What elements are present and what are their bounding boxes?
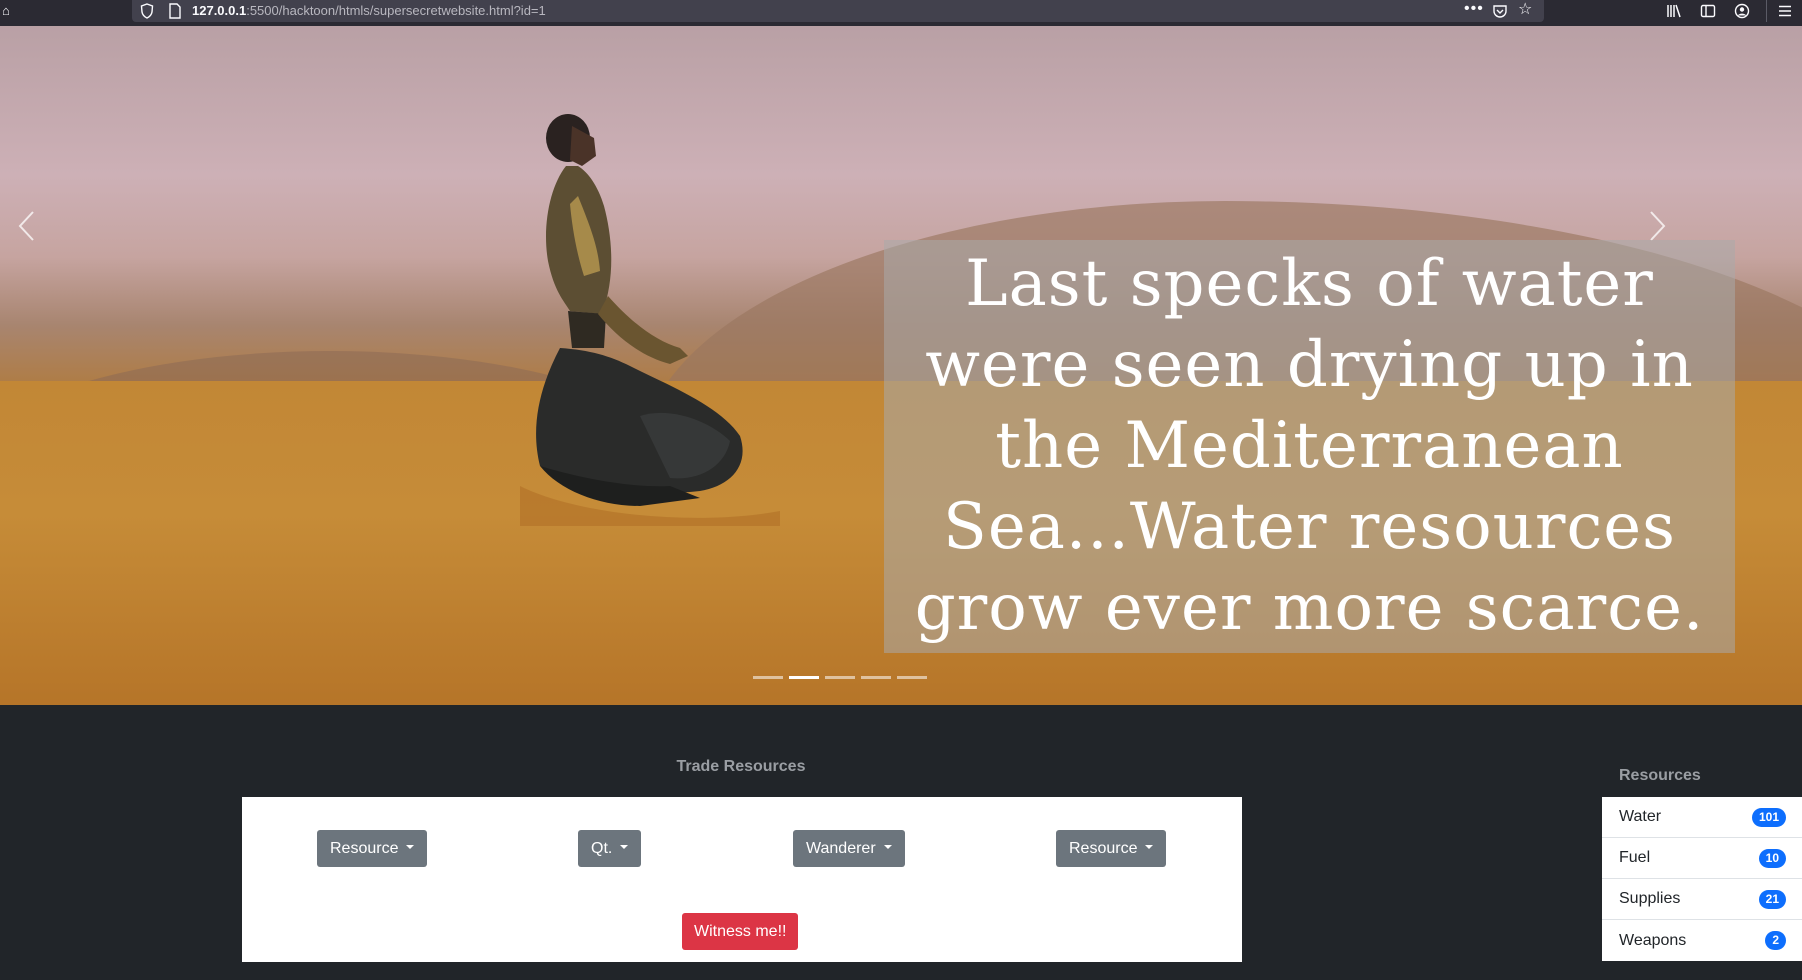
resource-name: Water (1619, 808, 1662, 825)
sidebar-icon[interactable] (1700, 3, 1716, 19)
quantity-dropdown[interactable]: Qt. (578, 830, 642, 867)
caption-text: Last specks of water were seen drying up… (914, 247, 1705, 645)
carousel-next-icon[interactable] (1642, 209, 1672, 243)
home-icon[interactable]: ⌂ (2, 3, 16, 19)
library-icon[interactable] (1666, 3, 1682, 19)
bookmark-star-icon[interactable]: ☆ (1518, 1, 1532, 19)
resource-name: Weapons (1619, 931, 1687, 949)
carousel-indicator-4[interactable] (861, 676, 891, 679)
wanderer-dropdown[interactable]: Wanderer (793, 830, 905, 867)
carousel-indicator-1[interactable] (753, 676, 783, 679)
menu-icon[interactable] (1777, 3, 1793, 19)
toolbar-divider (1766, 0, 1767, 22)
url-path: :5500/hacktoon/htmls/supersecretwebsite.… (246, 3, 546, 18)
resource-item-fuel: Fuel 10 (1602, 838, 1802, 879)
carousel-indicators (753, 676, 927, 679)
caret-down-icon (406, 844, 415, 849)
url-text[interactable]: 127.0.0.1:5500/hacktoon/htmls/supersecre… (192, 2, 546, 20)
shield-icon[interactable] (140, 3, 154, 19)
resource-from-dropdown[interactable]: Resource (317, 830, 428, 867)
wanderer-label: Wanderer (806, 840, 876, 857)
trade-resources-title: Trade Resources (676, 758, 806, 775)
address-bar[interactable]: 127.0.0.1:5500/hacktoon/htmls/supersecre… (132, 0, 1544, 22)
carousel-caption: Last specks of water were seen drying up… (884, 240, 1735, 653)
witness-me-button[interactable]: Witness me!! (682, 913, 799, 950)
pocket-icon[interactable] (1492, 3, 1508, 19)
carousel-indicator-5[interactable] (897, 676, 927, 679)
resource-item-water: Water 101 (1602, 797, 1802, 838)
resource-count-badge: 10 (1758, 848, 1786, 868)
page-actions-icon[interactable]: ••• (1464, 0, 1484, 18)
resource-name: Supplies (1619, 890, 1681, 907)
resource-from-label: Resource (330, 840, 399, 857)
resource-to-label: Resource (1069, 840, 1138, 857)
browser-toolbar: ⌂ 127.0.0.1:5500/hacktoon/htmls/supersec… (0, 0, 1802, 26)
caret-down-icon (1145, 844, 1154, 849)
resource-count-badge: 21 (1758, 889, 1786, 909)
resources-list: Water 101 Fuel 10 Supplies 21 Weapons 2 (1602, 797, 1802, 961)
kneeling-figure-image (520, 114, 780, 526)
quantity-label: Qt. (591, 840, 613, 857)
resource-count-badge: 2 (1765, 931, 1786, 950)
carousel-indicator-3[interactable] (825, 676, 855, 679)
caret-down-icon (620, 844, 629, 849)
resource-to-dropdown[interactable]: Resource (1056, 830, 1167, 867)
trade-form: Resource Qt. Wanderer Resource Witness m… (242, 797, 1242, 962)
resource-name: Fuel (1619, 849, 1651, 866)
url-host: 127.0.0.1 (192, 3, 247, 18)
resource-item-supplies: Supplies 21 (1602, 879, 1802, 920)
resource-item-weapons: Weapons 2 (1602, 920, 1802, 961)
carousel-indicator-2[interactable] (789, 676, 819, 679)
resources-title: Resources (1619, 767, 1701, 784)
caret-down-icon (883, 844, 892, 849)
page-icon (169, 3, 181, 19)
hero-carousel: Last specks of water were seen drying up… (0, 26, 1802, 705)
resource-count-badge: 101 (1751, 807, 1786, 827)
carousel-prev-icon[interactable] (12, 209, 42, 243)
account-icon[interactable] (1734, 3, 1750, 19)
